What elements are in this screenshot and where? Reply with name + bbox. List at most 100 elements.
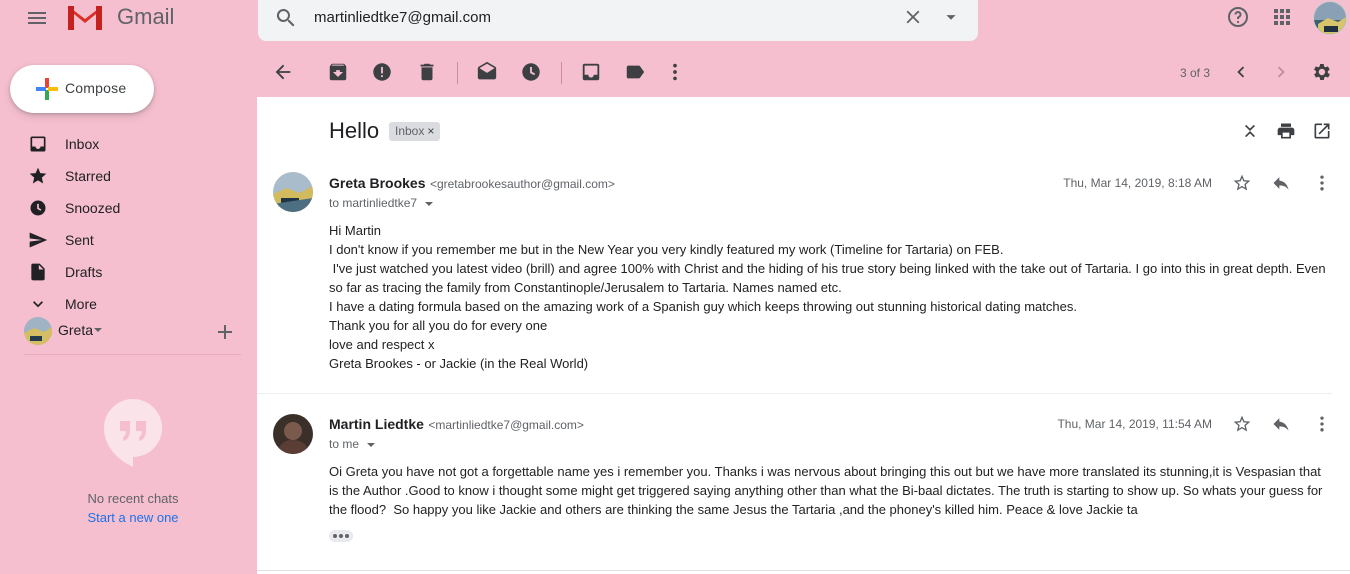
sidebar-item-label: Inbox bbox=[65, 136, 100, 152]
recipients[interactable]: to martinliedtke7 bbox=[329, 196, 434, 210]
mark-unread-icon[interactable] bbox=[476, 61, 498, 83]
send-icon bbox=[28, 230, 48, 250]
sender-name[interactable]: Greta Brookes bbox=[329, 175, 425, 191]
print-icon[interactable] bbox=[1276, 121, 1296, 141]
chevron-down-icon bbox=[28, 294, 48, 310]
caret-down-icon[interactable] bbox=[366, 441, 376, 449]
message-date: Thu, Mar 14, 2019, 8:18 AM bbox=[1063, 176, 1212, 190]
star-icon[interactable] bbox=[1232, 173, 1252, 193]
reply-icon[interactable] bbox=[1271, 173, 1291, 193]
settings-icon[interactable] bbox=[1310, 61, 1332, 83]
back-icon[interactable] bbox=[272, 61, 294, 83]
open-new-window-icon[interactable] bbox=[1312, 121, 1332, 141]
sender-avatar[interactable] bbox=[273, 172, 313, 212]
clock-icon bbox=[28, 198, 48, 218]
sidebar-item-label: Drafts bbox=[65, 264, 103, 280]
body-line: love and respect x bbox=[329, 337, 435, 352]
message-body: Oi Greta you have not got a forgettable … bbox=[329, 462, 1334, 519]
thread-subject: Hello bbox=[329, 118, 380, 143]
brand-name[interactable]: Gmail bbox=[117, 4, 174, 30]
body-line: Thank you for all you do for every one bbox=[329, 318, 548, 333]
message-body: Hi Martin I don't know if you remember m… bbox=[329, 221, 1334, 373]
no-chats-text: No recent chats bbox=[87, 491, 179, 506]
divider bbox=[257, 570, 1350, 571]
delete-icon[interactable] bbox=[416, 61, 438, 83]
message-header: Martin Liedtke <martinliedtke7@gmail.com… bbox=[329, 416, 584, 434]
add-to-tasks-icon[interactable] bbox=[580, 61, 602, 83]
body-line: I don't know if you remember me but in t… bbox=[329, 242, 1004, 257]
message-header: Greta Brookes <gretabrookesauthor@gmail.… bbox=[329, 175, 615, 193]
recipients-text: to me bbox=[329, 437, 360, 451]
collapse-all-icon[interactable] bbox=[1240, 121, 1260, 141]
sidebar-item-starred[interactable]: Starred bbox=[0, 160, 256, 192]
message-divider bbox=[257, 393, 1332, 394]
hangouts-bubble-icon bbox=[102, 397, 164, 469]
sender-name[interactable]: Martin Liedtke bbox=[329, 416, 424, 432]
archive-icon[interactable] bbox=[327, 61, 349, 83]
body-line: Hi Martin bbox=[329, 223, 382, 238]
clear-search-icon[interactable] bbox=[902, 6, 924, 28]
plus-icon bbox=[34, 76, 60, 102]
body-line: I have a dating formula based on the ama… bbox=[329, 299, 1077, 314]
sidebar-item-label: Starred bbox=[65, 168, 111, 184]
draft-icon bbox=[28, 262, 48, 282]
label-badge[interactable]: Inbox × bbox=[389, 122, 441, 141]
sidebar-item-more[interactable]: More bbox=[0, 288, 256, 310]
sender-avatar[interactable] bbox=[273, 414, 313, 454]
compose-label: Compose bbox=[65, 80, 127, 96]
sidebar-item-label: Sent bbox=[65, 232, 94, 248]
report-spam-icon[interactable] bbox=[371, 61, 393, 83]
sidebar-nav: Inbox Starred Snoozed Sent Drafts More bbox=[0, 128, 256, 310]
sender-email: <martinliedtke7@gmail.com> bbox=[428, 418, 584, 432]
remove-label-icon[interactable]: × bbox=[427, 124, 434, 138]
start-new-chat-link[interactable]: Start a new one bbox=[0, 510, 266, 525]
add-chat-icon[interactable] bbox=[217, 324, 233, 340]
more-vert-icon[interactable] bbox=[1312, 414, 1332, 434]
caret-down-icon[interactable] bbox=[424, 200, 434, 208]
sidebar-item-drafts[interactable]: Drafts bbox=[0, 256, 256, 288]
body-line: the flood? So happy you like Jackie and … bbox=[329, 502, 1138, 517]
label-badge-text: Inbox bbox=[395, 124, 425, 138]
body-line: Greta Brookes - or Jackie (in the Real W… bbox=[329, 356, 589, 371]
more-vert-icon[interactable] bbox=[1312, 173, 1332, 193]
sender-email: <gretabrookesauthor@gmail.com> bbox=[429, 177, 615, 191]
sidebar-item-inbox[interactable]: Inbox bbox=[0, 128, 256, 160]
compose-button[interactable]: Compose bbox=[10, 65, 154, 113]
search-icon[interactable] bbox=[274, 6, 298, 30]
more-vert-icon[interactable] bbox=[664, 61, 686, 83]
caret-down-icon[interactable] bbox=[93, 326, 103, 334]
next-icon[interactable] bbox=[1270, 61, 1292, 83]
recipients-text: to martinliedtke7 bbox=[329, 196, 418, 210]
toolbar-divider bbox=[561, 62, 562, 84]
body-line: so far as tracing the family from Consta… bbox=[329, 280, 842, 295]
hangouts-avatar[interactable] bbox=[24, 317, 52, 345]
account-avatar[interactable] bbox=[1313, 1, 1347, 35]
star-icon bbox=[28, 166, 48, 186]
body-line: Oi Greta you have not got a forgettable … bbox=[329, 464, 1321, 479]
star-icon[interactable] bbox=[1232, 414, 1252, 434]
message-date: Thu, Mar 14, 2019, 11:54 AM bbox=[1057, 417, 1212, 431]
apps-icon[interactable] bbox=[1270, 5, 1294, 29]
label-icon[interactable] bbox=[624, 61, 646, 83]
sidebar-item-sent[interactable]: Sent bbox=[0, 224, 256, 256]
help-icon[interactable] bbox=[1226, 5, 1250, 29]
reply-icon[interactable] bbox=[1271, 414, 1291, 434]
show-trimmed-content-button[interactable] bbox=[329, 530, 353, 542]
divider bbox=[24, 354, 241, 355]
sidebar-item-label: Snoozed bbox=[65, 200, 121, 216]
page-count: 3 of 3 bbox=[1180, 66, 1211, 80]
body-line: I've just watched you latest video (bril… bbox=[329, 261, 1326, 276]
body-line: is the Author .Good to know i thought so… bbox=[329, 483, 1323, 498]
recipients[interactable]: to me bbox=[329, 437, 376, 451]
hangouts-user-name[interactable]: Greta bbox=[58, 322, 93, 338]
sidebar-item-snoozed[interactable]: Snoozed bbox=[0, 192, 256, 224]
search-input[interactable]: martinliedtke7@gmail.com bbox=[314, 9, 491, 26]
gmail-logo[interactable] bbox=[66, 2, 104, 32]
sidebar-item-label: More bbox=[65, 296, 97, 310]
snooze-icon[interactable] bbox=[520, 61, 542, 83]
prev-icon[interactable] bbox=[1230, 61, 1252, 83]
menu-icon[interactable] bbox=[24, 6, 50, 30]
toolbar-divider bbox=[457, 62, 458, 84]
search-options-icon[interactable] bbox=[940, 6, 962, 28]
inbox-icon bbox=[28, 134, 48, 154]
